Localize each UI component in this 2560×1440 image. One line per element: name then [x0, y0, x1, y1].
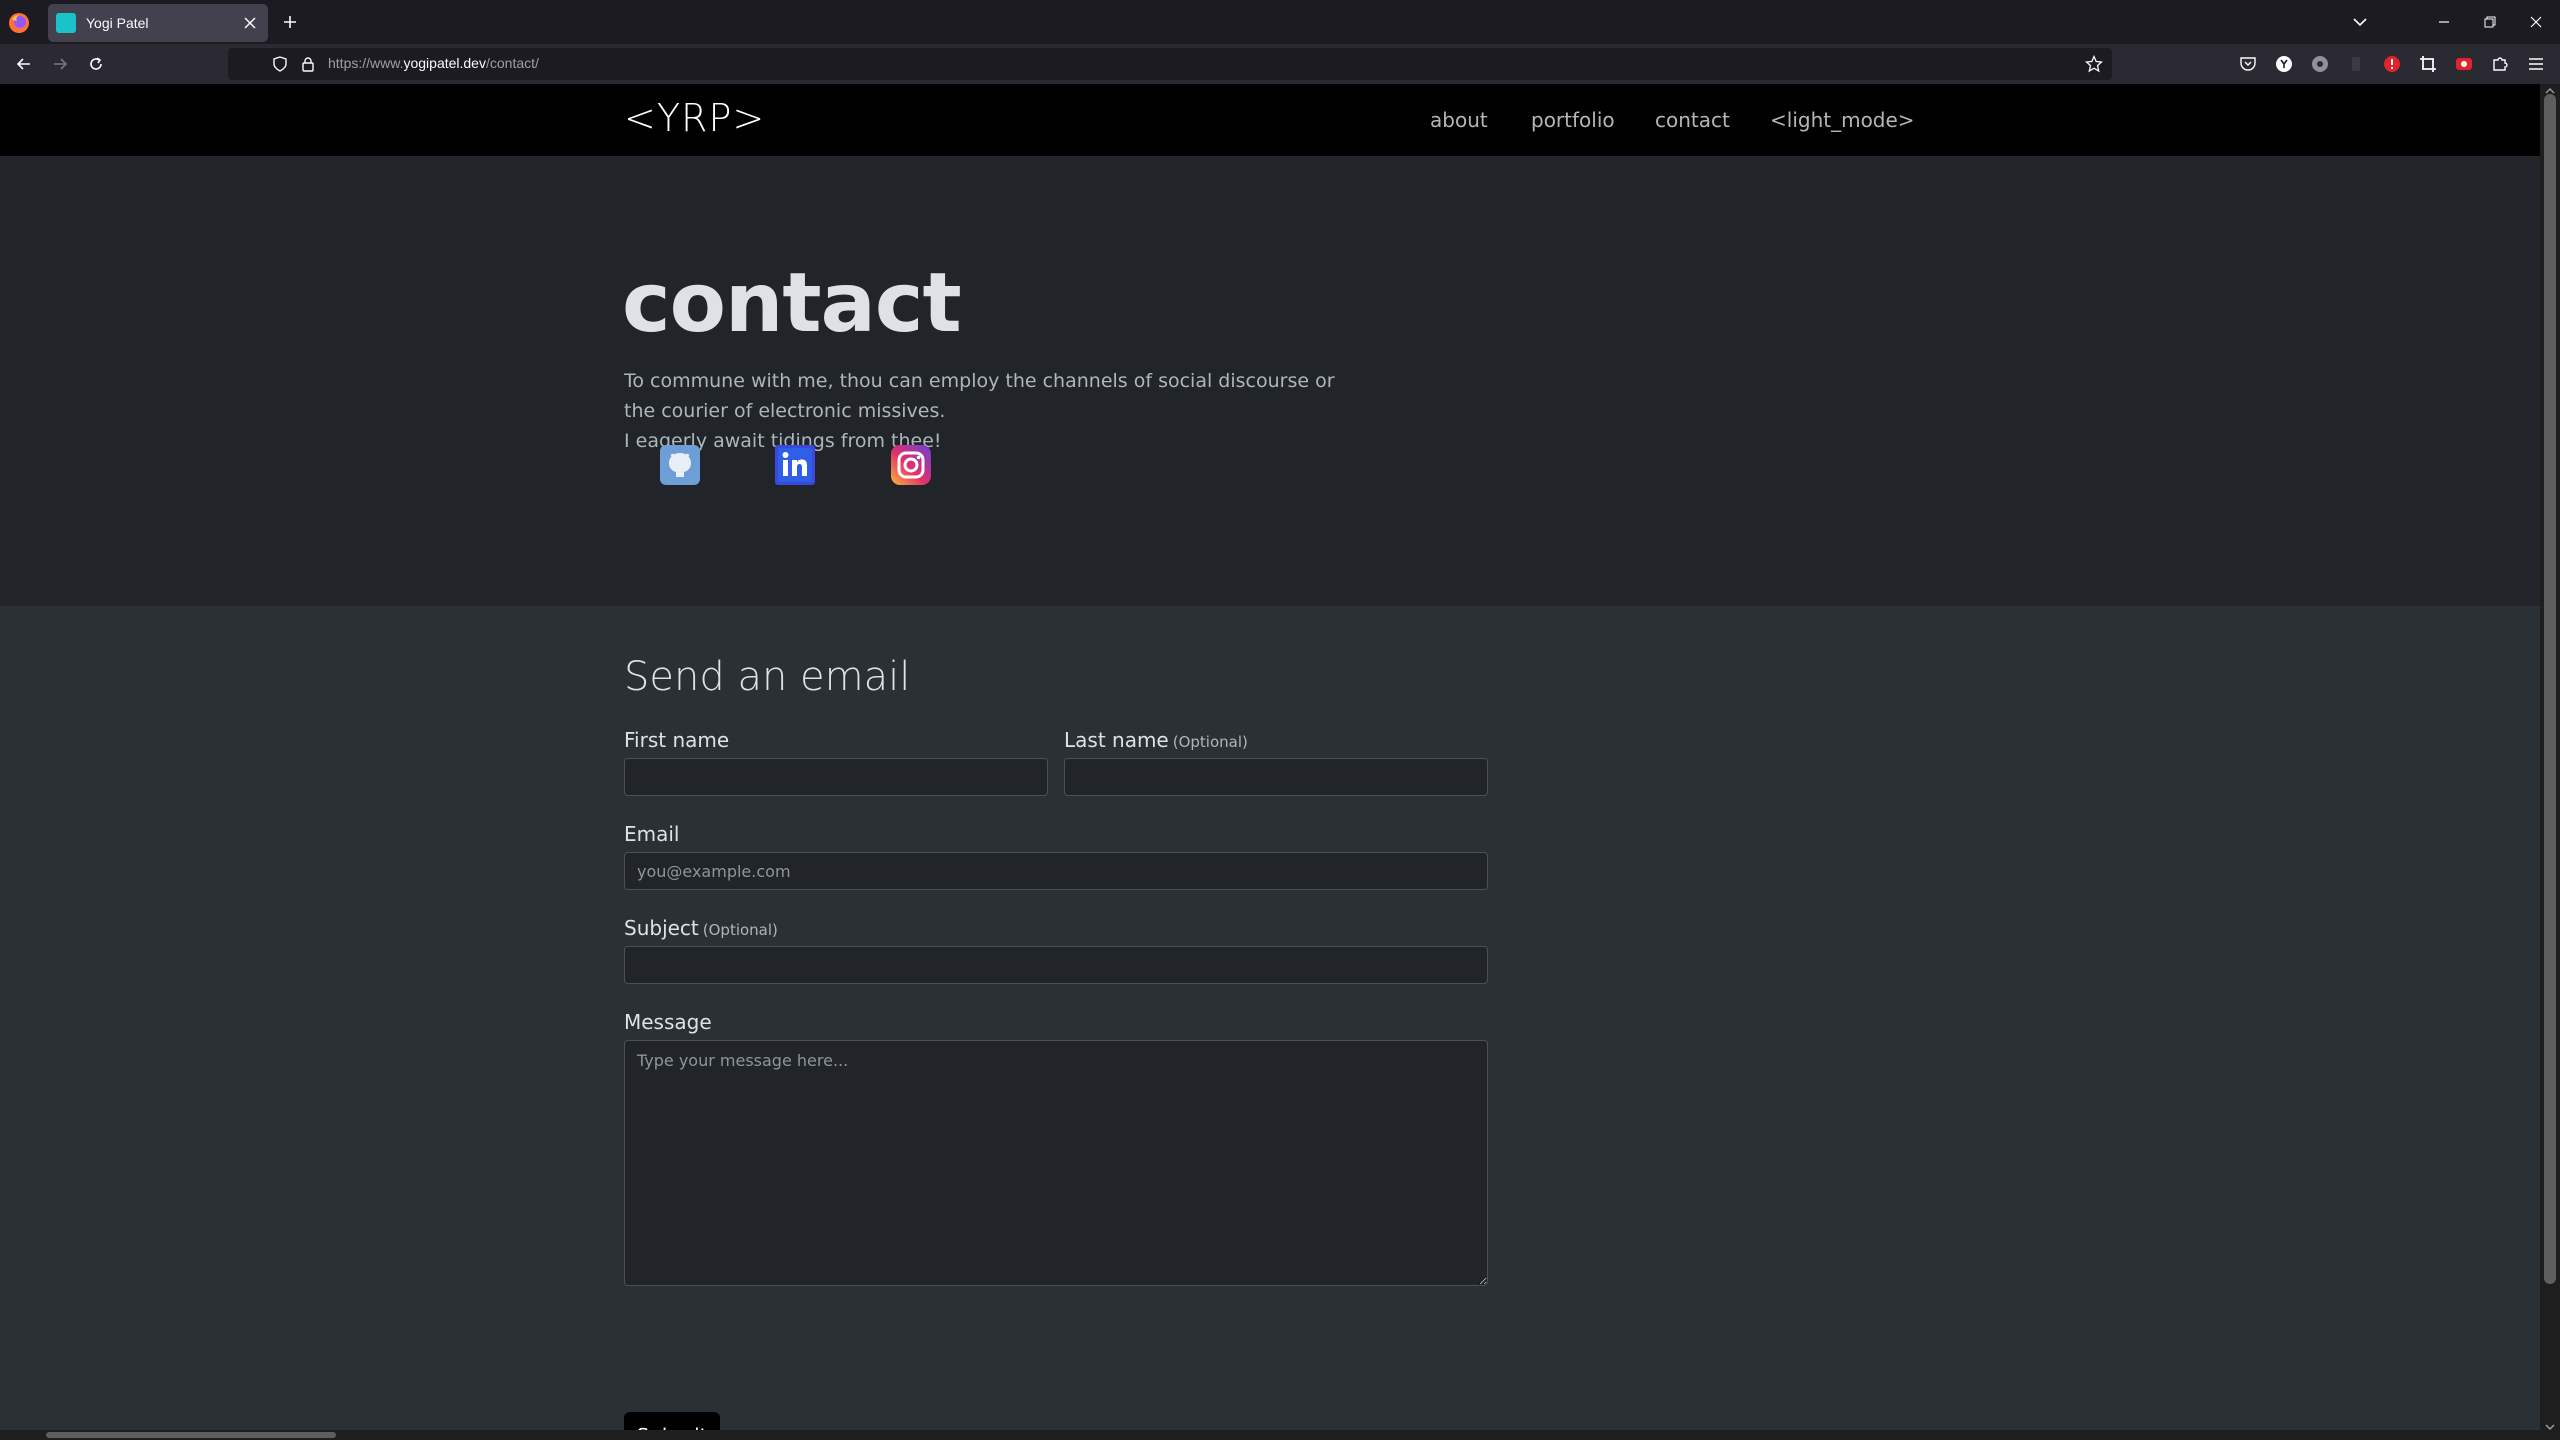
hero-line-2: the courier of electronic missives. [624, 400, 946, 422]
lock-icon[interactable] [298, 54, 318, 74]
url-text[interactable]: https://www.yogipatel.dev/contact/ [328, 55, 539, 71]
site-navbar: <YRP> about portfolio contact <light_mod… [0, 84, 2540, 156]
message-label: Message [624, 1010, 712, 1034]
list-all-tabs-icon[interactable] [2346, 8, 2374, 36]
vertical-scrollbar[interactable] [2540, 84, 2560, 1440]
email-label: Email [624, 822, 680, 846]
hero-description: To commune with me, thou can employ the … [624, 366, 1335, 456]
forward-icon[interactable] [46, 50, 74, 78]
first-name-label: First name [624, 728, 729, 752]
extension-record-icon[interactable] [2452, 52, 2476, 76]
instagram-icon[interactable] [890, 444, 932, 486]
minimize-icon[interactable] [2430, 8, 2458, 36]
last-name-field[interactable] [1064, 758, 1488, 796]
last-name-label-text: Last name [1064, 728, 1169, 752]
github-icon[interactable] [659, 444, 701, 486]
tracking-protection-icon[interactable] [270, 54, 290, 74]
url-prefix: https://www. [328, 55, 404, 71]
horizontal-scrollbar-thumb[interactable] [46, 1432, 336, 1438]
browser-tab-bar: Yogi Patel [0, 0, 2560, 44]
subject-label: Subject (Optional) [624, 916, 778, 940]
message-field[interactable] [624, 1040, 1488, 1286]
last-name-label: Last name (Optional) [1064, 728, 1248, 752]
last-name-optional: (Optional) [1172, 733, 1248, 751]
hamburger-menu-icon[interactable] [2524, 52, 2548, 76]
horizontal-scrollbar[interactable] [0, 1430, 2540, 1440]
browser-toolbar: https://www.yogipatel.dev/contact/ [0, 44, 2560, 84]
subject-label-text: Subject [624, 916, 699, 940]
new-tab-icon[interactable] [276, 8, 304, 36]
nav-link-contact[interactable]: contact [1655, 108, 1730, 132]
url-domain: yogipatel.dev [403, 55, 486, 71]
subject-optional: (Optional) [702, 921, 778, 939]
hero-line-1: To commune with me, thou can employ the … [624, 370, 1335, 392]
pocket-icon[interactable] [2236, 52, 2260, 76]
tab-title: Yogi Patel [86, 15, 149, 31]
firefox-icon[interactable] [8, 12, 30, 34]
scroll-down-icon[interactable] [2545, 1422, 2555, 1432]
site-favicon-icon [56, 13, 76, 33]
hero-line-3: I eagerly await tidings from thee! [624, 430, 942, 452]
email-label-text: Email [624, 822, 680, 846]
extension-blank-icon[interactable] [2344, 52, 2368, 76]
web-page: <YRP> about portfolio contact <light_mod… [0, 84, 2540, 1430]
message-label-text: Message [624, 1010, 712, 1034]
back-icon[interactable] [10, 50, 38, 78]
address-bar[interactable]: https://www.yogipatel.dev/contact/ [228, 48, 2112, 80]
email-field[interactable] [624, 852, 1488, 890]
bookmark-star-icon[interactable] [2084, 54, 2104, 74]
extension-circle-icon[interactable] [2308, 52, 2332, 76]
nav-link-light-mode[interactable]: <light_mode> [1770, 108, 1915, 132]
contact-hero: contact To commune with me, thou can emp… [0, 156, 2540, 606]
subject-field[interactable] [624, 946, 1488, 984]
browser-tab[interactable]: Yogi Patel [48, 4, 268, 42]
submit-button[interactable]: Submit [624, 1412, 720, 1430]
site-brand-link[interactable]: <YRP> [624, 96, 765, 140]
extension-red-icon[interactable] [2380, 52, 2404, 76]
form-title: Send an email [624, 654, 911, 700]
nav-link-about[interactable]: about [1430, 108, 1488, 132]
extension-crop-icon[interactable] [2416, 52, 2440, 76]
close-window-icon[interactable] [2522, 8, 2550, 36]
first-name-field[interactable] [624, 758, 1048, 796]
extension-y-icon[interactable] [2272, 52, 2296, 76]
page-title: contact [622, 256, 962, 351]
extensions-puzzle-icon[interactable] [2488, 52, 2512, 76]
restore-icon[interactable] [2476, 8, 2504, 36]
scrollbar-thumb[interactable] [2544, 94, 2556, 1284]
close-tab-icon[interactable] [236, 9, 264, 37]
reload-icon[interactable] [82, 50, 110, 78]
url-path: /contact/ [485, 55, 539, 71]
linkedin-icon[interactable] [774, 444, 816, 486]
nav-link-portfolio[interactable]: portfolio [1531, 108, 1615, 132]
first-name-label-text: First name [624, 728, 730, 752]
